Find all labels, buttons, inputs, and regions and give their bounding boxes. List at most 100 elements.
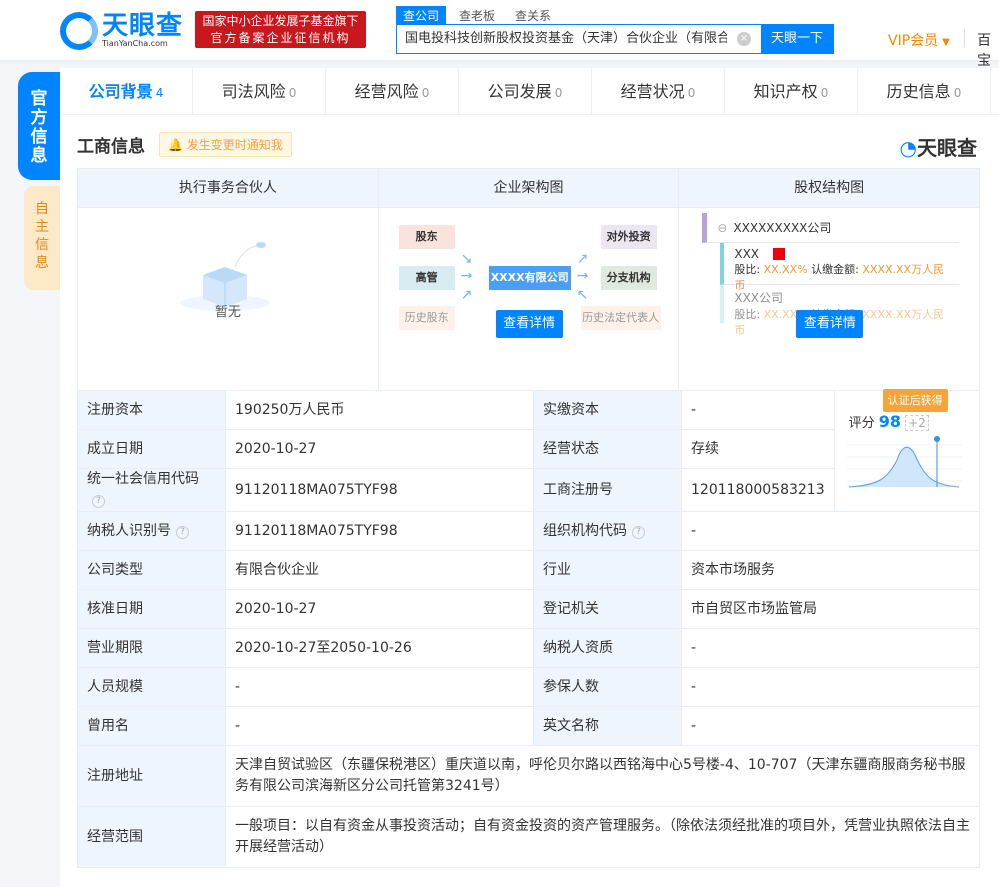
table-row: 人员规模 - 参保人数 - <box>77 667 980 707</box>
table-row: 注册地址 天津自贸试验区（东疆保税港区）重庆道以南，呼伦贝尔路以西铭海中心5号楼-… <box>77 745 980 807</box>
amount-label: 认缴金额: <box>811 263 859 276</box>
field-label: 经营范围 <box>77 806 226 868</box>
section-header: 工商信息 🔔 发生变更时通知我 <box>77 132 292 157</box>
equity-tree: ⊖ XXXXXXXXX公司 XXX 股比: XX.XX% 认缴金额: XXXX.X… <box>702 213 960 337</box>
divider <box>964 29 965 47</box>
vip-menu[interactable]: VIP会员 ▼ <box>888 30 950 50</box>
side-tab-self[interactable]: 自主信息 <box>24 186 60 290</box>
search-tab-boss[interactable]: 查老板 <box>452 6 502 25</box>
score-label: 评分 <box>848 416 875 431</box>
field-value: 有限合伙企业 <box>225 550 534 590</box>
tab-company-background[interactable]: 公司背景 4 <box>60 68 193 114</box>
logo-icon <box>60 12 98 50</box>
search-button[interactable]: 天眼一下 <box>761 25 833 53</box>
org-detail-button[interactable]: 查看详情 <box>495 310 563 338</box>
table-row: 曾用名 - 英文名称 - <box>77 706 980 746</box>
badge-line: 国家中小企业发展子基金旗下 <box>202 14 359 28</box>
tab-business-risk[interactable]: 经营风险 0 <box>326 68 459 114</box>
field-label: 纳税人识别号? <box>77 511 226 551</box>
arrow-icon: ↘ <box>460 251 473 267</box>
score-tag: 认证后获得 <box>882 389 948 412</box>
partner-card: 执行事务合伙人 暂无 <box>78 169 379 390</box>
clear-icon[interactable]: × <box>737 32 751 46</box>
org-node-history-legal-rep: 历史法定代表人 <box>580 306 661 330</box>
search-input[interactable]: 国电投科技创新股权投资基金（天津）合伙企业（有限合伙） <box>397 25 727 53</box>
tab-judicial-risk[interactable]: 司法风险 0 <box>193 68 326 114</box>
side-tab-official[interactable]: 官方信息 <box>18 72 60 180</box>
field-label: 曾用名 <box>77 706 226 746</box>
search-tab-company[interactable]: 查公司 <box>396 6 447 25</box>
field-label: 行业 <box>533 550 682 590</box>
vip-label: VIP会员 <box>888 33 939 49</box>
tab-history[interactable]: 历史信息 0 <box>858 68 991 114</box>
equity-node: XXX 股比: XX.XX% 认缴金额: XXXX.XX万人民币 <box>720 243 960 292</box>
field-label: 成立日期 <box>77 429 226 469</box>
field-value: 资本市场服务 <box>681 550 980 590</box>
label-text: 组织机构代码 <box>543 522 627 539</box>
field-label: 实缴资本 <box>533 390 682 430</box>
field-value: 190250万人民币 <box>225 390 534 430</box>
table-row: 注册资本 190250万人民币 实缴资本 - 认证后获得 评分 98 +2 <box>77 389 981 512</box>
field-label: 英文名称 <box>533 706 682 746</box>
arrow-icon: → <box>460 268 473 284</box>
field-value: - <box>681 706 980 746</box>
bell-icon: 🔔 <box>168 138 183 152</box>
org-node-history-shareholder: 历史股东 <box>398 306 455 330</box>
tab-count: 0 <box>820 86 829 100</box>
equity-card: 股权结构图 ⊖ XXXXXXXXX公司 XXX 股比: XX.XX% 认缴金额: … <box>679 169 980 390</box>
arrow-icon: ↗ <box>576 251 589 267</box>
field-value: 天津自贸试验区（东疆保税港区）重庆道以南，呼伦贝尔路以西铭海中心5号楼-4、10… <box>225 745 980 807</box>
search-box: 国电投科技创新股权投资基金（天津）合伙企业（有限合伙） × 天眼一下 <box>396 24 834 54</box>
watermark-text: 天眼查 <box>917 136 977 160</box>
field-label: 核准日期 <box>77 589 226 629</box>
field-value: 2020-10-27 <box>225 429 534 469</box>
ratio-label: 股比: <box>734 308 761 321</box>
field-value: 2020-10-27至2050-10-26 <box>225 628 534 668</box>
label-text: 统一社会信用代码 <box>87 471 199 487</box>
ratio-value: XX.XX% <box>763 263 808 276</box>
watermark-logo: ◔天眼查 <box>899 136 977 160</box>
score-value: 98 <box>878 412 902 431</box>
field-label: 工商注册号 <box>533 468 682 512</box>
equity-root: ⊖ XXXXXXXXX公司 <box>702 213 960 243</box>
logo-text: 天眼查 <box>102 11 184 41</box>
score-panel[interactable]: 认证后获得 评分 98 +2 <box>833 389 981 512</box>
field-label: 组织机构代码? <box>533 511 682 551</box>
help-icon[interactable]: ? <box>92 495 105 508</box>
tab-label: 司法风险 <box>221 82 286 101</box>
label-text: 纳税人识别号 <box>87 522 171 539</box>
help-icon[interactable]: ? <box>176 525 189 539</box>
side-tab-label: 官方信息 <box>30 89 48 166</box>
card-title: 企业架构图 <box>378 169 679 208</box>
org-chart-card: 企业架构图 股东 高管 历史股东 XXXX有限公司 对外投资 分支机构 历史法定… <box>378 169 680 390</box>
tab-count: 0 <box>953 86 962 100</box>
search-tab-relation[interactable]: 查关系 <box>508 6 558 25</box>
notify-label: 发生变更时通知我 <box>186 138 283 152</box>
official-badge: 国家中小企业发展子基金旗下 官方备案企业征信机构 <box>195 11 366 48</box>
notify-button[interactable]: 🔔 发生变更时通知我 <box>159 132 292 157</box>
search-tabs: 查公司 查老板 查关系 <box>396 6 564 25</box>
node-name: XXX公司 <box>734 291 784 305</box>
tab-development[interactable]: 公司发展 0 <box>459 68 592 114</box>
tab-ip[interactable]: 知识产权 0 <box>725 68 858 114</box>
empty-text: 暂无 <box>214 305 241 320</box>
arrow-icon: ↗ <box>460 287 473 303</box>
more-menu[interactable]: 百宝 <box>977 30 999 70</box>
field-value: - <box>681 667 980 707</box>
field-value: 91120118MA075TYF98 <box>225 468 534 512</box>
logo[interactable]: 天眼查 TianYanCha.com <box>60 12 183 50</box>
help-icon[interactable]: ? <box>632 525 645 539</box>
equity-detail-button[interactable]: 查看详情 <box>796 310 864 338</box>
tab-count: 0 <box>288 86 297 100</box>
category-tabs: 公司背景 4 司法风险 0 经营风险 0 公司发展 0 经营状况 0 知识产权 0 历史信息… <box>60 68 999 115</box>
field-value: 91120118MA075TYF98 <box>225 511 534 551</box>
tab-operations[interactable]: 经营状况 0 <box>592 68 725 114</box>
collapse-icon[interactable]: ⊖ <box>717 221 727 235</box>
score-marker-icon <box>933 436 940 442</box>
table-row: 纳税人识别号? 91120118MA075TYF98 组织机构代码? - <box>77 511 980 551</box>
badge-line: 官方备案企业征信机构 <box>210 31 351 45</box>
node-name: XXX <box>734 247 760 261</box>
business-info-table: 注册资本 190250万人民币 实缴资本 - 认证后获得 评分 98 +2 成立日期 2… <box>77 389 981 868</box>
field-value: - <box>681 390 835 430</box>
tab-label: 历史信息 <box>886 82 951 101</box>
